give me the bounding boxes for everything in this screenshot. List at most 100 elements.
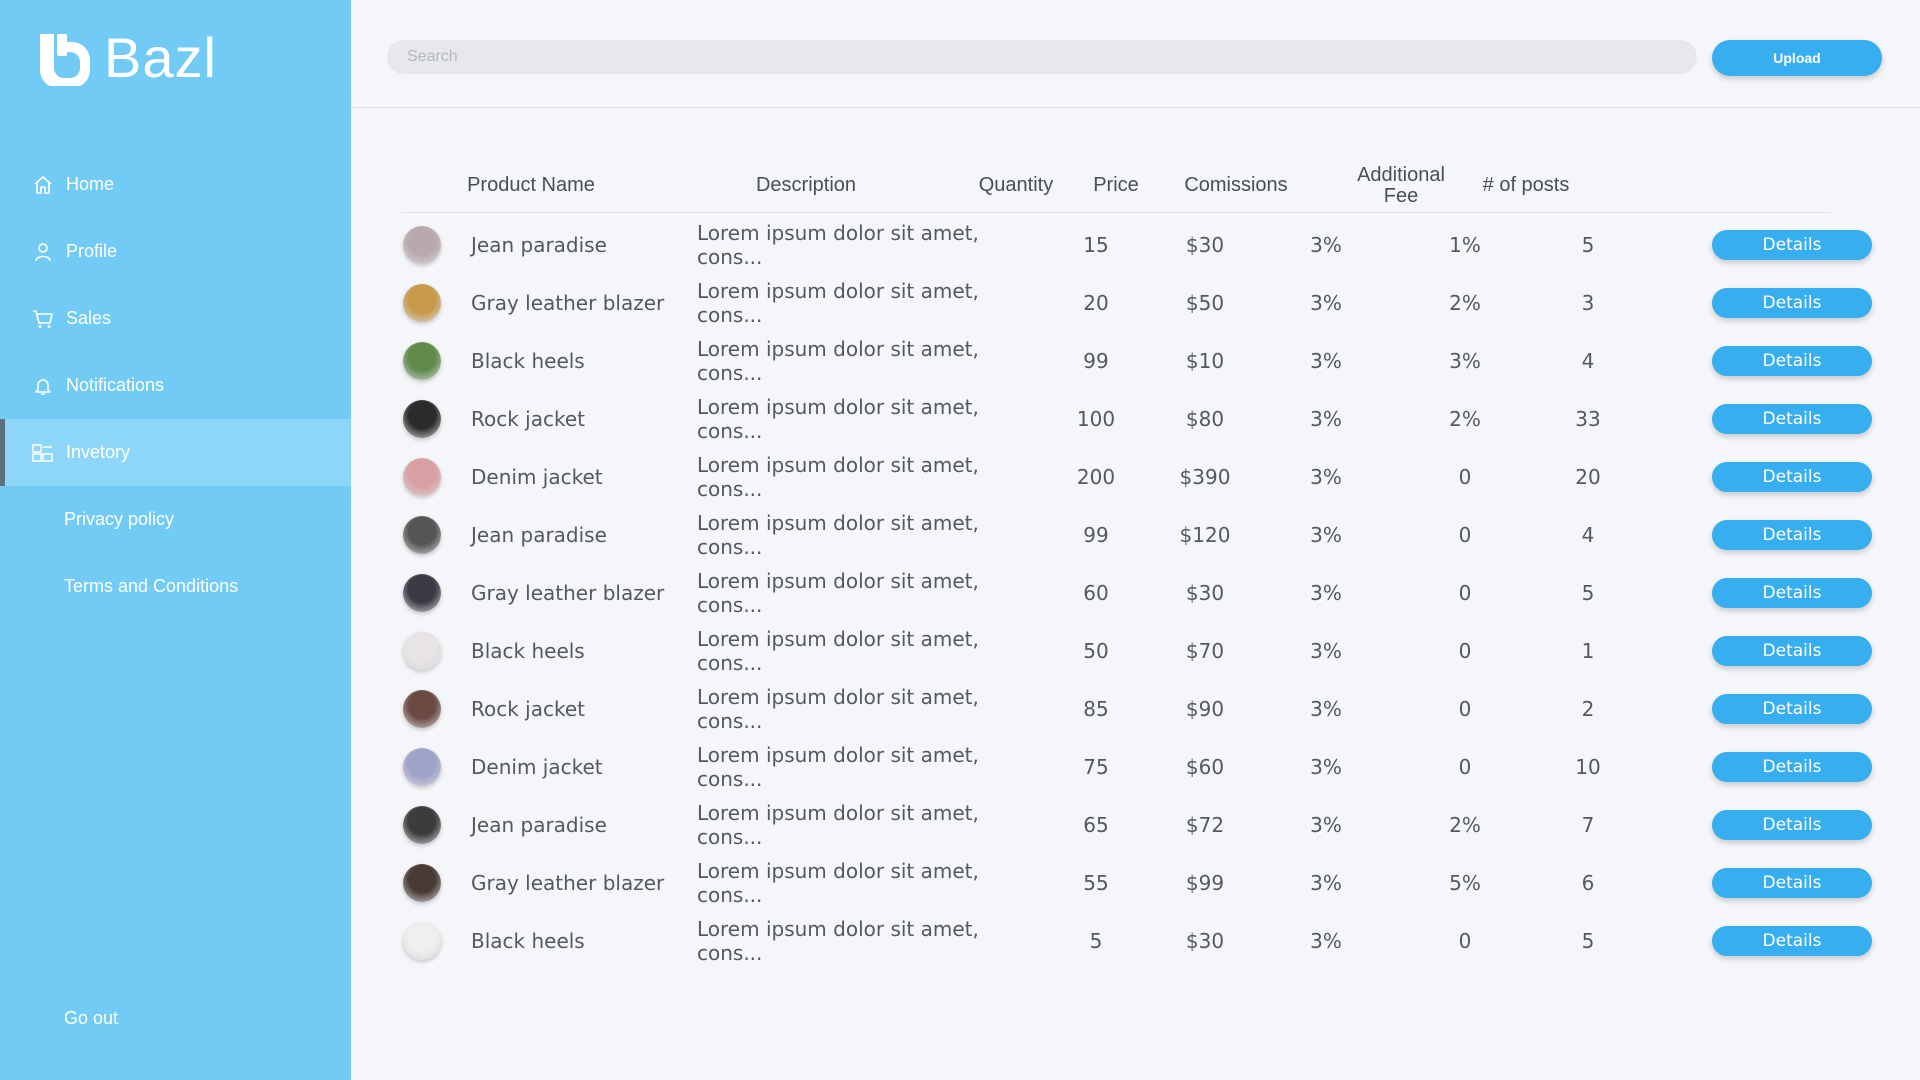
product-thumbnail[interactable]: [403, 226, 441, 264]
description-cell: Lorem ipsum dolor sit amet, cons...: [697, 917, 979, 965]
quantity-cell: 200: [1076, 465, 1116, 489]
details-button[interactable]: Details: [1712, 694, 1872, 724]
price-cell: $60: [1185, 755, 1225, 779]
details-button[interactable]: Details: [1712, 752, 1872, 782]
column-header-quantity[interactable]: Quantity: [946, 158, 1086, 213]
table-row: Jean paradise Lorem ipsum dolor sit amet,…: [351, 506, 1920, 564]
description-cell: Lorem ipsum dolor sit amet, cons...: [697, 569, 979, 617]
price-cell: $90: [1185, 697, 1225, 721]
posts-cell: 5: [1581, 929, 1595, 953]
product-thumbnail[interactable]: [403, 922, 441, 960]
quantity-cell: 85: [1083, 697, 1109, 721]
upload-button[interactable]: Upload: [1712, 40, 1882, 76]
table-row: Black heels Lorem ipsum dolor sit amet, c…: [351, 912, 1920, 970]
price-cell: $30: [1185, 929, 1225, 953]
price-cell: $50: [1185, 291, 1225, 315]
details-button[interactable]: Details: [1712, 346, 1872, 376]
inventory-icon: [32, 442, 54, 464]
price-cell: $30: [1185, 233, 1225, 257]
details-button[interactable]: Details: [1712, 404, 1872, 434]
product-thumbnail[interactable]: [403, 864, 441, 902]
price-cell: $120: [1179, 523, 1231, 547]
top-bar: Upload: [351, 0, 1920, 108]
column-header-posts[interactable]: # of posts: [1461, 158, 1591, 213]
home-icon: [32, 174, 54, 196]
posts-cell: 4: [1581, 523, 1595, 547]
commission-cell: 3%: [1310, 871, 1342, 895]
fee-cell: 0: [1458, 755, 1472, 779]
fee-cell: 2%: [1449, 291, 1481, 315]
go-out-link[interactable]: Go out: [64, 1008, 118, 1029]
product-thumbnail[interactable]: [403, 748, 441, 786]
price-cell: $80: [1185, 407, 1225, 431]
product-thumbnail[interactable]: [403, 806, 441, 844]
details-button[interactable]: Details: [1712, 868, 1872, 898]
commission-cell: 3%: [1310, 465, 1342, 489]
quantity-cell: 60: [1083, 581, 1109, 605]
sidebar-item-home[interactable]: Home: [0, 151, 351, 218]
product-thumbnail[interactable]: [403, 516, 441, 554]
description-cell: Lorem ipsum dolor sit amet, cons...: [697, 511, 979, 559]
posts-cell: 33: [1575, 407, 1601, 431]
details-button[interactable]: Details: [1712, 926, 1872, 956]
product-thumbnail[interactable]: [403, 458, 441, 496]
sidebar-item-notifications[interactable]: Notifications: [0, 352, 351, 419]
table-row: Jean paradise Lorem ipsum dolor sit amet,…: [351, 796, 1920, 854]
column-header-description[interactable]: Description: [681, 158, 931, 213]
fee-cell: 2%: [1449, 813, 1481, 837]
product-thumbnail[interactable]: [403, 400, 441, 438]
fee-cell: 0: [1458, 697, 1472, 721]
sidebar-item-terms[interactable]: Terms and Conditions: [0, 553, 351, 620]
product-thumbnail[interactable]: [403, 632, 441, 670]
commission-cell: 3%: [1310, 233, 1342, 257]
product-name-cell: Rock jacket: [471, 407, 585, 431]
fee-cell: 3%: [1449, 349, 1481, 373]
description-cell: Lorem ipsum dolor sit amet, cons...: [697, 685, 979, 733]
details-button[interactable]: Details: [1712, 578, 1872, 608]
details-button[interactable]: Details: [1712, 520, 1872, 550]
product-thumbnail[interactable]: [403, 574, 441, 612]
table-row: Black heels Lorem ipsum dolor sit amet, c…: [351, 622, 1920, 680]
table-row: Gray leather blazer Lorem ipsum dolor sit…: [351, 854, 1920, 912]
column-header-product-name[interactable]: Product Name: [451, 158, 611, 213]
search-input[interactable]: [387, 40, 1697, 74]
sidebar-item-privacy-policy[interactable]: Privacy policy: [0, 486, 351, 553]
fee-cell: 5%: [1449, 871, 1481, 895]
user-icon: [32, 241, 54, 263]
sidebar-item-label: Profile: [66, 241, 118, 261]
product-name-cell: Gray leather blazer: [471, 871, 665, 895]
details-button[interactable]: Details: [1712, 462, 1872, 492]
commission-cell: 3%: [1310, 639, 1342, 663]
price-cell: $72: [1185, 813, 1225, 837]
product-name-cell: Jean paradise: [471, 813, 607, 837]
sidebar-item-profile[interactable]: Profile: [0, 218, 351, 285]
commission-cell: 3%: [1310, 523, 1342, 547]
column-header-additional-fee[interactable]: Additional Fee: [1346, 158, 1456, 213]
product-thumbnail[interactable]: [403, 342, 441, 380]
table-body: Jean paradise Lorem ipsum dolor sit amet,…: [351, 216, 1920, 970]
product-name-cell: Black heels: [471, 349, 585, 373]
product-name-cell: Black heels: [471, 639, 585, 663]
sidebar-item-label: Sales: [66, 308, 112, 328]
product-thumbnail[interactable]: [403, 284, 441, 322]
sidebar-item-inventory[interactable]: Invetory: [0, 419, 351, 486]
quantity-cell: 99: [1083, 523, 1109, 547]
details-button[interactable]: Details: [1712, 230, 1872, 260]
price-cell: $70: [1185, 639, 1225, 663]
details-button[interactable]: Details: [1712, 636, 1872, 666]
sidebar-item-sales[interactable]: Sales: [0, 285, 351, 352]
commission-cell: 3%: [1310, 697, 1342, 721]
column-header-commissions[interactable]: Comissions: [1156, 158, 1316, 213]
quantity-cell: 5: [1089, 929, 1103, 953]
column-header-price[interactable]: Price: [1076, 158, 1156, 213]
product-thumbnail[interactable]: [403, 690, 441, 728]
brand-logo[interactable]: Bazl: [36, 30, 217, 86]
description-cell: Lorem ipsum dolor sit amet, cons...: [697, 453, 979, 501]
fee-cell: 0: [1458, 929, 1472, 953]
details-button[interactable]: Details: [1712, 288, 1872, 318]
sidebar: Bazl Home Profile Sales Notifications In…: [0, 0, 351, 1080]
quantity-cell: 15: [1083, 233, 1109, 257]
details-button[interactable]: Details: [1712, 810, 1872, 840]
commission-cell: 3%: [1310, 813, 1342, 837]
posts-cell: 20: [1575, 465, 1601, 489]
